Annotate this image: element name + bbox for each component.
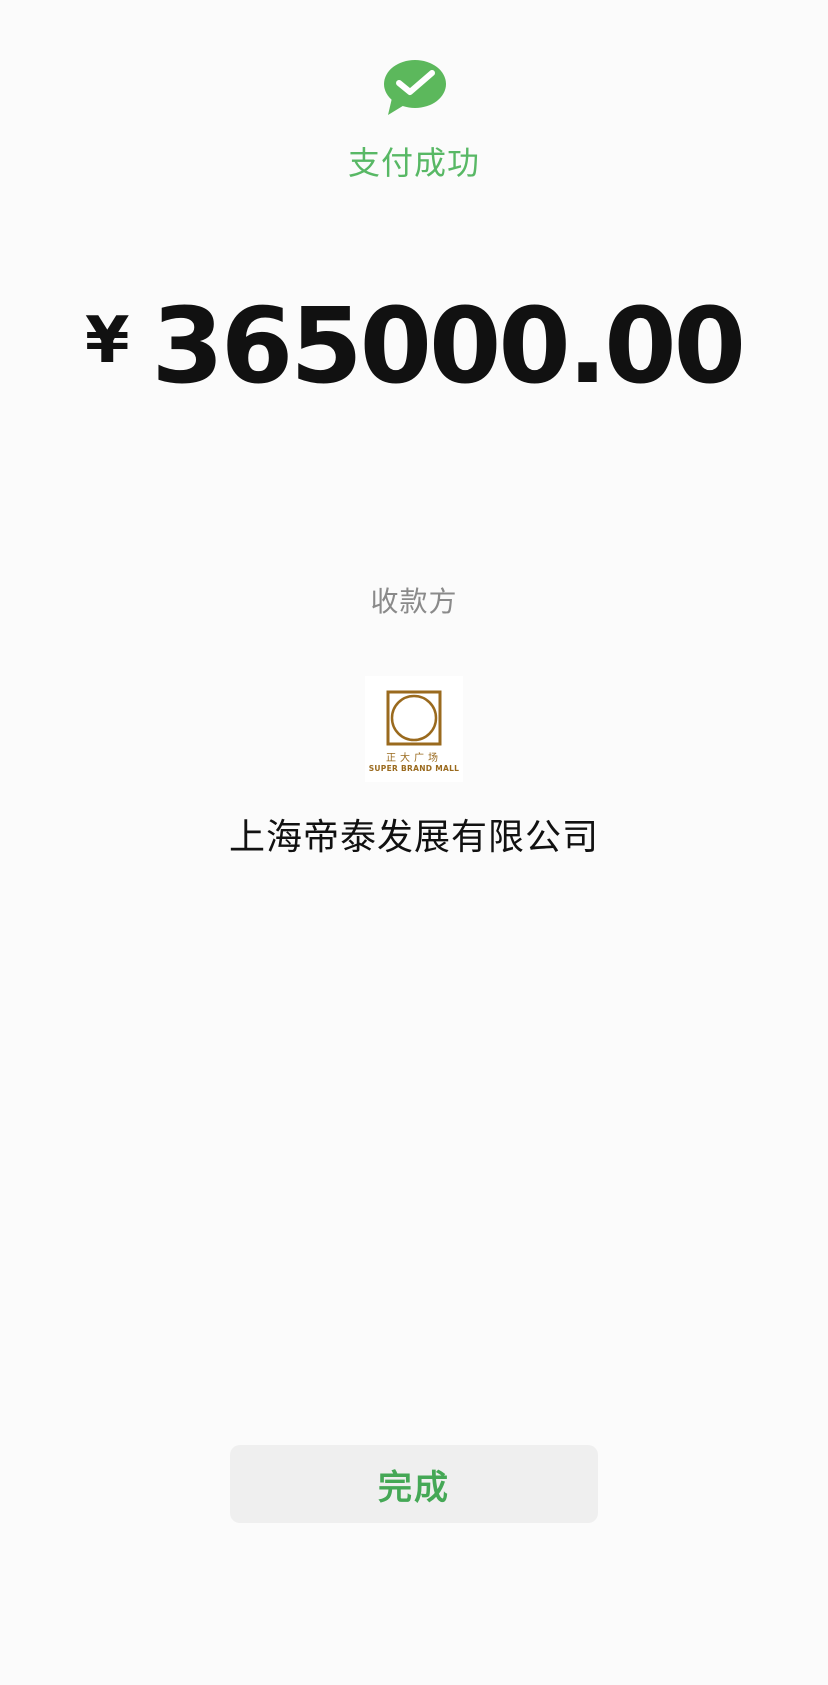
logo-english-text: SUPER BRAND MALL bbox=[368, 764, 460, 773]
payment-status-text: 支付成功 bbox=[347, 144, 480, 182]
wechat-pay-check-icon bbox=[384, 60, 446, 115]
payee-logo: 正大广场 SUPER BRAND MALL bbox=[365, 676, 463, 782]
amount-display: ¥365000.00 bbox=[0, 285, 828, 407]
currency-symbol: ¥ bbox=[85, 304, 130, 378]
payee-name: 上海帝泰发展有限公司 bbox=[228, 817, 599, 858]
payee-label: 收款方 bbox=[370, 585, 458, 618]
done-button[interactable]: 完成 bbox=[230, 1445, 598, 1523]
logo-chinese-text: 正大广场 bbox=[386, 753, 442, 764]
super-brand-mall-logo bbox=[386, 690, 442, 746]
amount-value: 365000.00 bbox=[151, 285, 746, 407]
